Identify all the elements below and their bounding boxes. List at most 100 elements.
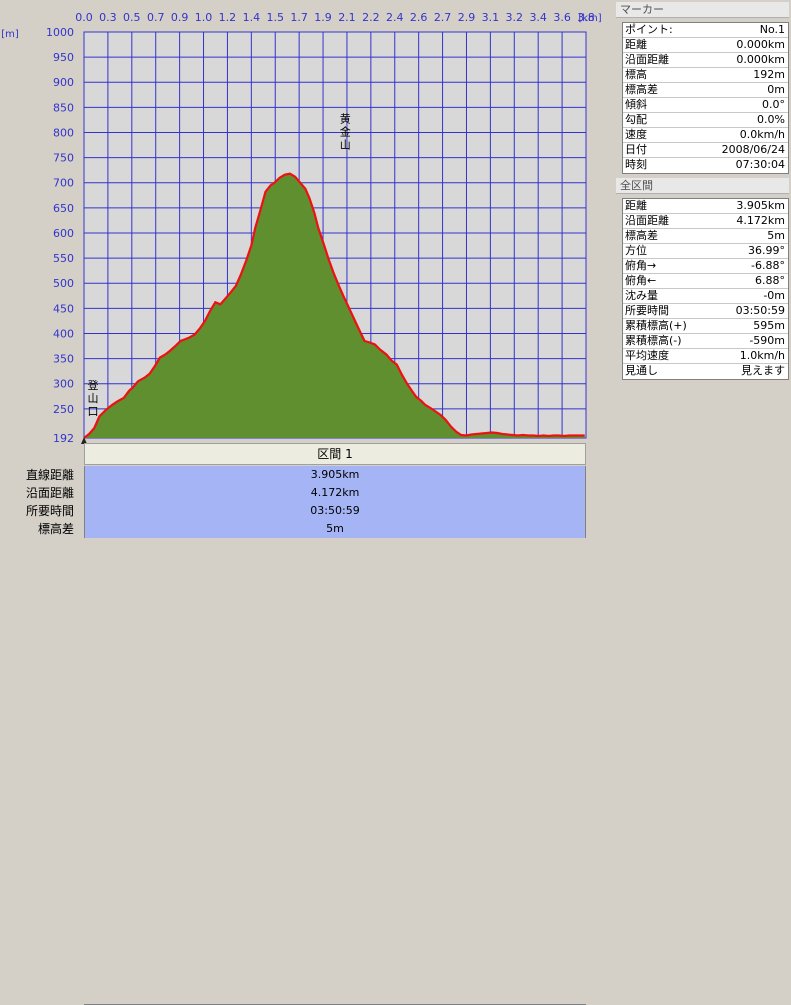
x-tick-label: 2.2 bbox=[362, 11, 380, 24]
y-tick-label: 350 bbox=[53, 353, 74, 366]
info-label: 勾配 bbox=[625, 113, 647, 126]
annotation-char: 登 bbox=[88, 378, 99, 392]
info-value: 5m bbox=[767, 229, 785, 242]
section-header[interactable]: 区間 1 bbox=[84, 443, 586, 465]
info-row: 沿面距離 0.000km bbox=[623, 53, 788, 68]
info-label: 平均速度 bbox=[625, 349, 669, 362]
info-label: 標高差 bbox=[625, 83, 658, 96]
info-label: 標高 bbox=[625, 68, 647, 81]
x-tick-label: 1.9 bbox=[314, 11, 332, 24]
info-row: 標高差 0m bbox=[623, 83, 788, 98]
info-row: 勾配 0.0% bbox=[623, 113, 788, 128]
y-tick-label: 800 bbox=[53, 126, 74, 139]
side-panel: マーカー ポイント: No.1 距離 0.000km 沿面距離 0.000km 標高 192m… bbox=[614, 0, 791, 556]
y-tick-label: 250 bbox=[53, 403, 74, 416]
info-label: 距離 bbox=[625, 38, 647, 51]
section-panel-title: 全区間 bbox=[616, 178, 789, 194]
info-row: 距離 3.905km bbox=[623, 199, 788, 214]
x-tick-label: 0.5 bbox=[123, 11, 141, 24]
info-row: 標高 192m bbox=[623, 68, 788, 83]
x-tick-label: 3.6 bbox=[553, 11, 571, 24]
y-tick-label: 650 bbox=[53, 202, 74, 215]
summary-value: 03:50:59 bbox=[84, 502, 586, 520]
summary-label: 沿面距離 bbox=[25, 486, 74, 500]
marker-panel-title: マーカー bbox=[616, 2, 789, 18]
info-row: 俯角← 6.88° bbox=[623, 274, 788, 289]
x-tick-label: 2.4 bbox=[386, 11, 404, 24]
info-row: 傾斜 0.0° bbox=[623, 98, 788, 113]
x-tick-label: 1.2 bbox=[219, 11, 237, 24]
y-tick-label: 950 bbox=[53, 51, 74, 64]
info-value: -0m bbox=[763, 289, 785, 302]
info-value: 0.0% bbox=[757, 113, 785, 126]
info-row: 所要時間 03:50:59 bbox=[623, 304, 788, 319]
summary-table: 直線距離 3.905km 沿面距離 4.172km 所要時間 03:50:59 … bbox=[0, 466, 588, 1005]
info-row: 時刻 07:30:04 bbox=[623, 158, 788, 173]
info-label: 俯角← bbox=[625, 274, 657, 287]
summary-row: 直線距離 3.905km bbox=[0, 466, 588, 484]
summary-label: 直線距離 bbox=[25, 468, 74, 482]
info-row: 累積標高(-) -590m bbox=[623, 334, 788, 349]
info-value: 3.905km bbox=[736, 199, 785, 212]
info-row: 見通し 見えます bbox=[623, 364, 788, 379]
y-tick-label: 450 bbox=[53, 302, 74, 315]
info-value: No.1 bbox=[759, 23, 785, 36]
summary-label: 標高差 bbox=[37, 522, 74, 536]
x-tick-label: 2.1 bbox=[338, 11, 356, 24]
info-label: 俯角→ bbox=[625, 259, 657, 272]
info-label: 累積標高(+) bbox=[625, 319, 687, 332]
summary-value: 3.905km bbox=[84, 466, 586, 484]
x-tick-label: 1.4 bbox=[243, 11, 261, 24]
info-value: -6.88° bbox=[751, 259, 785, 272]
info-value: 0.000km bbox=[736, 53, 785, 66]
info-label: 距離 bbox=[625, 199, 647, 212]
info-row: 俯角→ -6.88° bbox=[623, 259, 788, 274]
info-label: 沿面距離 bbox=[625, 53, 669, 66]
info-row: 速度 0.0km/h bbox=[623, 128, 788, 143]
annotation-char: 口 bbox=[88, 405, 99, 418]
info-value: 1.0km/h bbox=[739, 349, 785, 362]
info-label: 速度 bbox=[625, 128, 647, 141]
y-tick-label: 900 bbox=[53, 76, 74, 89]
info-label: 沈み量 bbox=[625, 289, 658, 302]
summary-row: 沿面距離 4.172km bbox=[0, 484, 588, 502]
x-tick-label: 3.2 bbox=[506, 11, 524, 24]
info-label: 沿面距離 bbox=[625, 214, 669, 227]
x-tick-label: 2.7 bbox=[434, 11, 452, 24]
summary-value: 4.172km bbox=[84, 484, 586, 502]
info-row: 沿面距離 4.172km bbox=[623, 214, 788, 229]
x-unit-label: [km] bbox=[578, 13, 601, 24]
x-tick-label: 1.0 bbox=[195, 11, 213, 24]
info-row: 方位 36.99° bbox=[623, 244, 788, 259]
annotation-char: 山 bbox=[340, 138, 351, 151]
x-tick-label: 2.6 bbox=[410, 11, 428, 24]
info-row: 平均速度 1.0km/h bbox=[623, 349, 788, 364]
x-tick-label: 0.9 bbox=[171, 11, 189, 24]
info-label: 時刻 bbox=[625, 158, 647, 171]
info-row: ポイント: No.1 bbox=[623, 23, 788, 38]
summary-label: 所要時間 bbox=[25, 504, 74, 518]
info-value: 0.0km/h bbox=[739, 128, 785, 141]
info-label: 累積標高(-) bbox=[625, 334, 682, 347]
x-tick-label: 0.3 bbox=[99, 11, 117, 24]
info-label: ポイント: bbox=[625, 23, 673, 36]
info-value: 0.000km bbox=[736, 38, 785, 51]
info-label: 見通し bbox=[625, 364, 658, 377]
info-row: 標高差 5m bbox=[623, 229, 788, 244]
x-tick-label: 2.9 bbox=[458, 11, 476, 24]
info-value: 192m bbox=[753, 68, 785, 81]
info-label: 傾斜 bbox=[625, 98, 647, 111]
y-tick-label: 550 bbox=[53, 252, 74, 265]
summary-value: 5m bbox=[84, 520, 586, 538]
info-label: 日付 bbox=[625, 143, 647, 156]
section-table: 距離 3.905km 沿面距離 4.172km 標高差 5m 方位 36.99° 俯角→ -6.8… bbox=[622, 198, 789, 380]
y-tick-label: 700 bbox=[53, 177, 74, 190]
annotation-char: 山 bbox=[88, 392, 99, 405]
summary-row: 標高差 5m bbox=[0, 520, 588, 538]
annotation-char: 黄 bbox=[340, 111, 351, 125]
info-label: 標高差 bbox=[625, 229, 658, 242]
info-value: 2008/06/24 bbox=[721, 143, 785, 156]
y-tick-label: 400 bbox=[53, 327, 74, 340]
y-tick-label: 1000 bbox=[46, 26, 74, 39]
x-tick-label: 3.1 bbox=[482, 11, 500, 24]
